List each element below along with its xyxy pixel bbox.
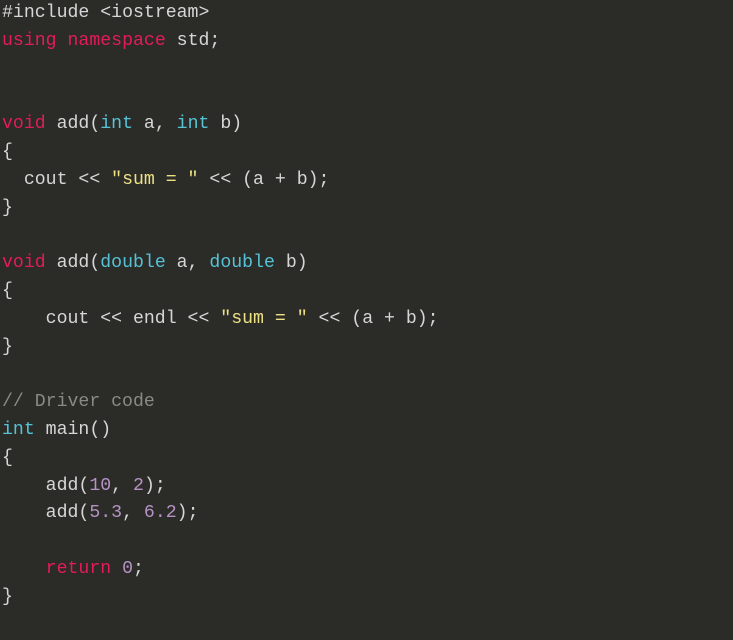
- string-sum: "sum = ": [111, 170, 198, 190]
- keyword-using: using: [2, 31, 57, 51]
- func-add-double: add(: [46, 253, 101, 273]
- call-add: add(: [2, 503, 89, 523]
- ident-std: std;: [166, 31, 221, 51]
- brace-close: }: [2, 587, 13, 607]
- comma: ,: [122, 503, 144, 523]
- paren-close: );: [144, 476, 166, 496]
- comment-driver: // Driver code: [2, 392, 155, 412]
- brace-open: {: [2, 448, 13, 468]
- keyword-void: void: [2, 253, 46, 273]
- preproc-header: <iostream>: [89, 3, 209, 23]
- code-block: #include <iostream> using namespace std;…: [0, 0, 733, 612]
- brace-close: }: [2, 337, 13, 357]
- semicolon: ;: [133, 559, 144, 579]
- string-sum: "sum = ": [220, 309, 307, 329]
- number-6-2: 6.2: [144, 503, 177, 523]
- brace-open: {: [2, 142, 13, 162]
- keyword-namespace: namespace: [68, 31, 166, 51]
- type-int: int: [177, 114, 210, 134]
- func-main: main(): [35, 420, 111, 440]
- space: [111, 559, 122, 579]
- param-b: b): [275, 253, 308, 273]
- comma: ,: [111, 476, 133, 496]
- expr-aplusb: << (a + b);: [308, 309, 439, 329]
- param-b: b): [209, 114, 242, 134]
- func-add-int: add(: [46, 114, 101, 134]
- param-a: a,: [133, 114, 177, 134]
- number-2: 2: [133, 476, 144, 496]
- keyword-void: void: [2, 114, 46, 134]
- type-int: int: [100, 114, 133, 134]
- keyword-return: return: [46, 559, 112, 579]
- preproc-include: #include: [2, 3, 89, 23]
- type-int: int: [2, 420, 35, 440]
- number-0: 0: [122, 559, 133, 579]
- paren-close: );: [177, 503, 199, 523]
- brace-close: }: [2, 198, 13, 218]
- param-a: a,: [166, 253, 210, 273]
- brace-open: {: [2, 281, 13, 301]
- type-double: double: [100, 253, 166, 273]
- number-10: 10: [89, 476, 111, 496]
- call-add: add(: [2, 476, 89, 496]
- type-double: double: [209, 253, 275, 273]
- number-5-3: 5.3: [89, 503, 122, 523]
- expr-aplusb: << (a + b);: [198, 170, 329, 190]
- indent: [2, 559, 46, 579]
- stmt-cout: cout <<: [2, 170, 111, 190]
- stmt-cout-endl: cout << endl <<: [2, 309, 220, 329]
